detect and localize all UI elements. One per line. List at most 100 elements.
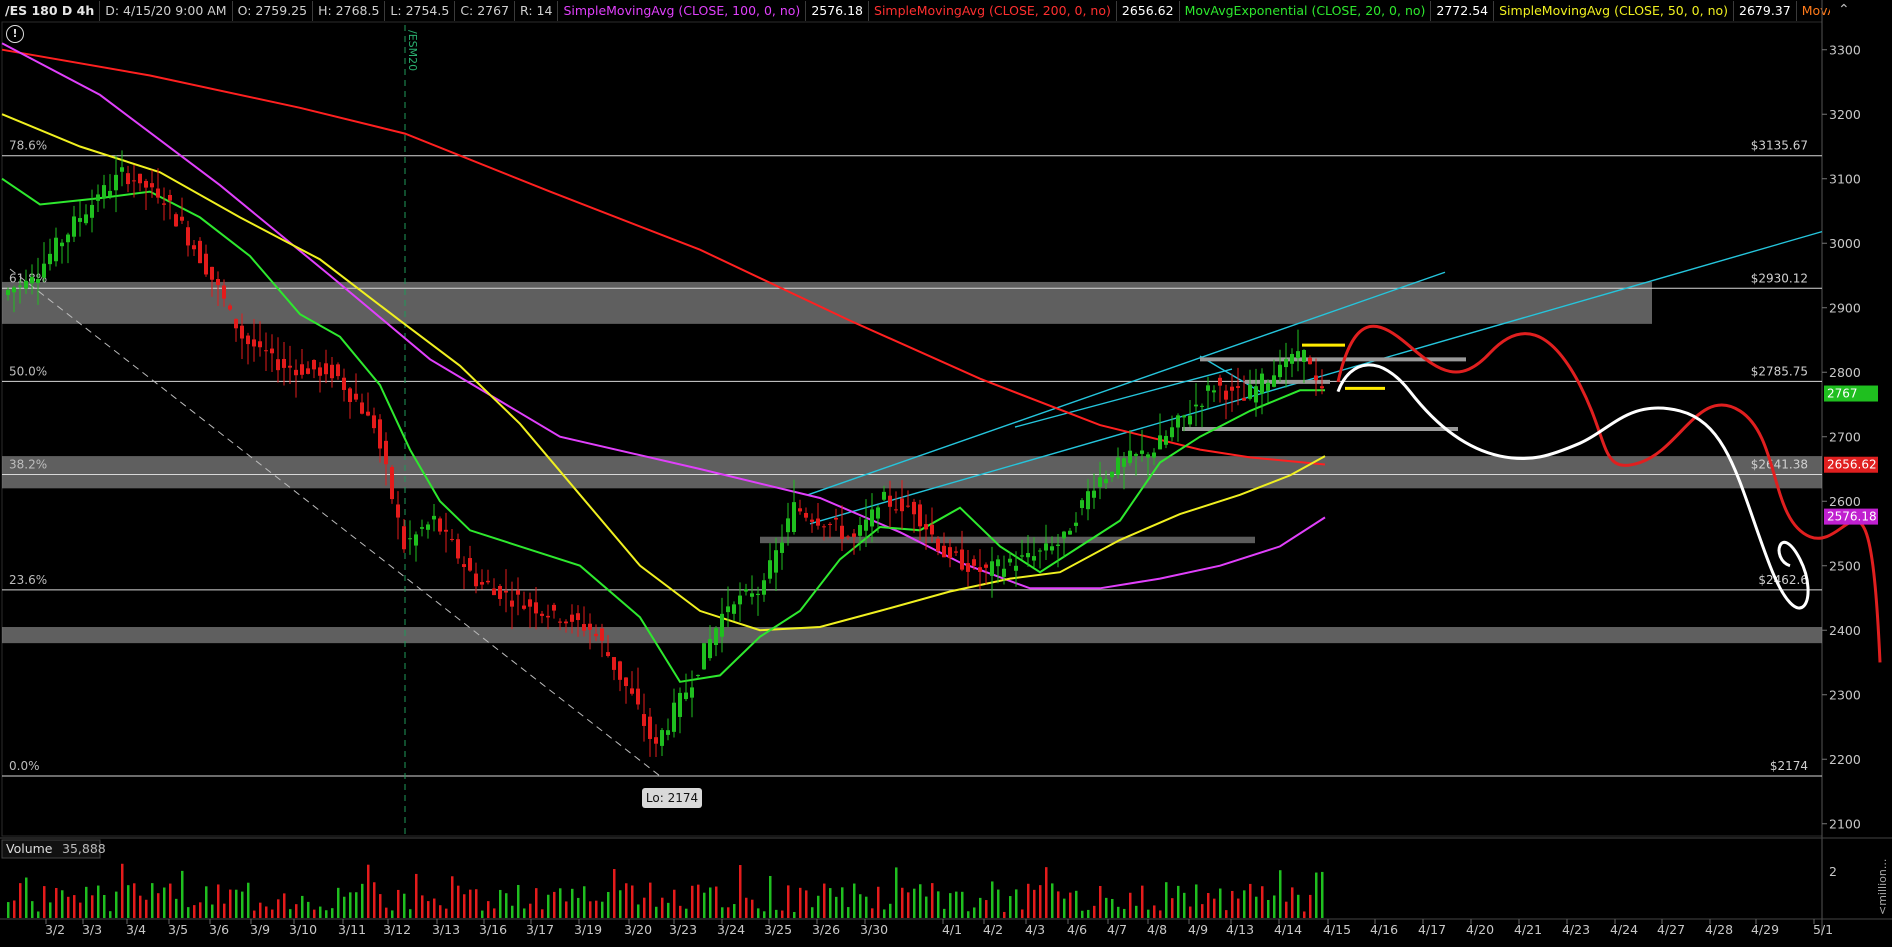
- volume-bar: [787, 885, 790, 918]
- volume-bar: [253, 910, 256, 918]
- volume-bar: [193, 905, 196, 918]
- candle-body: [48, 253, 52, 265]
- price-pane: [1, 21, 1823, 837]
- session-marker-label: /ESM20: [406, 30, 419, 71]
- candle-body: [450, 538, 454, 540]
- candle-body: [798, 508, 802, 512]
- volume-bar: [1321, 871, 1324, 918]
- volume-bar: [1009, 896, 1012, 918]
- candle-body: [654, 737, 658, 744]
- candle-body: [246, 335, 250, 345]
- y-tick-label: 2600: [1829, 494, 1861, 509]
- volume-bar: [1111, 898, 1114, 918]
- y-tick-label: 3100: [1829, 172, 1861, 187]
- candle-body: [6, 290, 10, 296]
- candle-body: [1038, 550, 1042, 552]
- volume-bar: [103, 894, 106, 918]
- volume-bar: [745, 897, 748, 918]
- supply-demand-zone: [760, 536, 1255, 544]
- volume-bar: [235, 889, 238, 918]
- volume-bar: [943, 908, 946, 918]
- candle-body: [330, 364, 334, 379]
- candle-body: [696, 674, 700, 676]
- volume-bar: [43, 886, 46, 918]
- x-tick-label: 3/6: [209, 922, 229, 937]
- candle-body: [96, 194, 100, 201]
- volume-bar: [865, 896, 868, 918]
- volume-bar: [121, 863, 124, 918]
- candle-body: [720, 613, 724, 637]
- candle-body: [36, 279, 40, 283]
- volume-bar: [109, 911, 112, 918]
- volume-bar: [751, 899, 754, 918]
- candle-body: [594, 633, 598, 637]
- fib-price-label: $2785.75: [1751, 364, 1808, 378]
- candle-body: [672, 702, 676, 732]
- volume-bar: [373, 882, 376, 918]
- volume-bar: [1051, 883, 1054, 918]
- volume-bar: [1207, 893, 1210, 918]
- volume-bar: [1213, 898, 1216, 918]
- candle-body: [1032, 556, 1036, 561]
- volume-bar: [1081, 910, 1084, 918]
- candle-body: [222, 285, 226, 299]
- volume-bar: [403, 893, 406, 918]
- candle-body: [864, 519, 868, 531]
- volume-bar: [205, 886, 208, 918]
- volume-bar: [343, 896, 346, 918]
- candle-body: [444, 529, 448, 532]
- candle-body: [1194, 404, 1198, 407]
- candle-body: [30, 276, 34, 284]
- candle-body: [816, 518, 820, 526]
- candle-body: [144, 180, 148, 188]
- candle-body: [966, 563, 970, 572]
- volume-bar: [151, 883, 154, 918]
- volume-bar: [247, 882, 250, 918]
- candle-body: [924, 524, 928, 530]
- x-tick-label: 3/5: [168, 922, 188, 937]
- candle-body: [390, 467, 394, 500]
- candle-body: [894, 509, 898, 511]
- price-chart[interactable]: 78.6% $3135.67 61.8% $2930.12 50.0% $2785.75 3…: [0, 0, 1892, 947]
- volume-bar: [1165, 882, 1168, 918]
- candle-body: [1242, 397, 1246, 401]
- volume-bar: [541, 909, 544, 918]
- volume-bar: [829, 888, 832, 918]
- x-tick-label: 3/20: [624, 922, 652, 937]
- volume-bar: [1105, 897, 1108, 918]
- candle-body: [264, 350, 268, 352]
- volume-bar: [115, 891, 118, 918]
- candle-body: [1158, 435, 1162, 450]
- volume-bar: [1201, 904, 1204, 918]
- volume-bar: [547, 894, 550, 918]
- supply-demand-zone: [2, 456, 1822, 489]
- volume-bar: [925, 896, 928, 918]
- volume-bar: [19, 883, 22, 918]
- volume-bar: [277, 899, 280, 918]
- candle-body: [1008, 558, 1012, 563]
- volume-bar: [727, 907, 730, 918]
- candle-body: [252, 339, 256, 347]
- candle-body: [300, 364, 304, 375]
- volume-bar: [655, 906, 658, 918]
- candle-body: [804, 512, 808, 518]
- candle-body: [876, 507, 880, 519]
- volume-bar: [1147, 909, 1150, 918]
- volume-bar: [439, 905, 442, 918]
- candle-body: [342, 377, 346, 390]
- volume-bar: [757, 908, 760, 918]
- candle-body: [1050, 546, 1054, 551]
- candle-body: [180, 216, 184, 221]
- volume-bar: [775, 909, 778, 918]
- candle-body: [12, 287, 16, 293]
- candle-body: [1014, 565, 1018, 571]
- candle-body: [828, 523, 832, 525]
- volume-bar: [985, 900, 988, 918]
- candle-body: [972, 559, 976, 566]
- candle-body: [714, 628, 718, 646]
- volume-bar: [1063, 898, 1066, 918]
- candle-body: [138, 173, 142, 184]
- volume-bar: [517, 884, 520, 918]
- candle-body: [354, 393, 358, 400]
- volume-bar: [697, 884, 700, 918]
